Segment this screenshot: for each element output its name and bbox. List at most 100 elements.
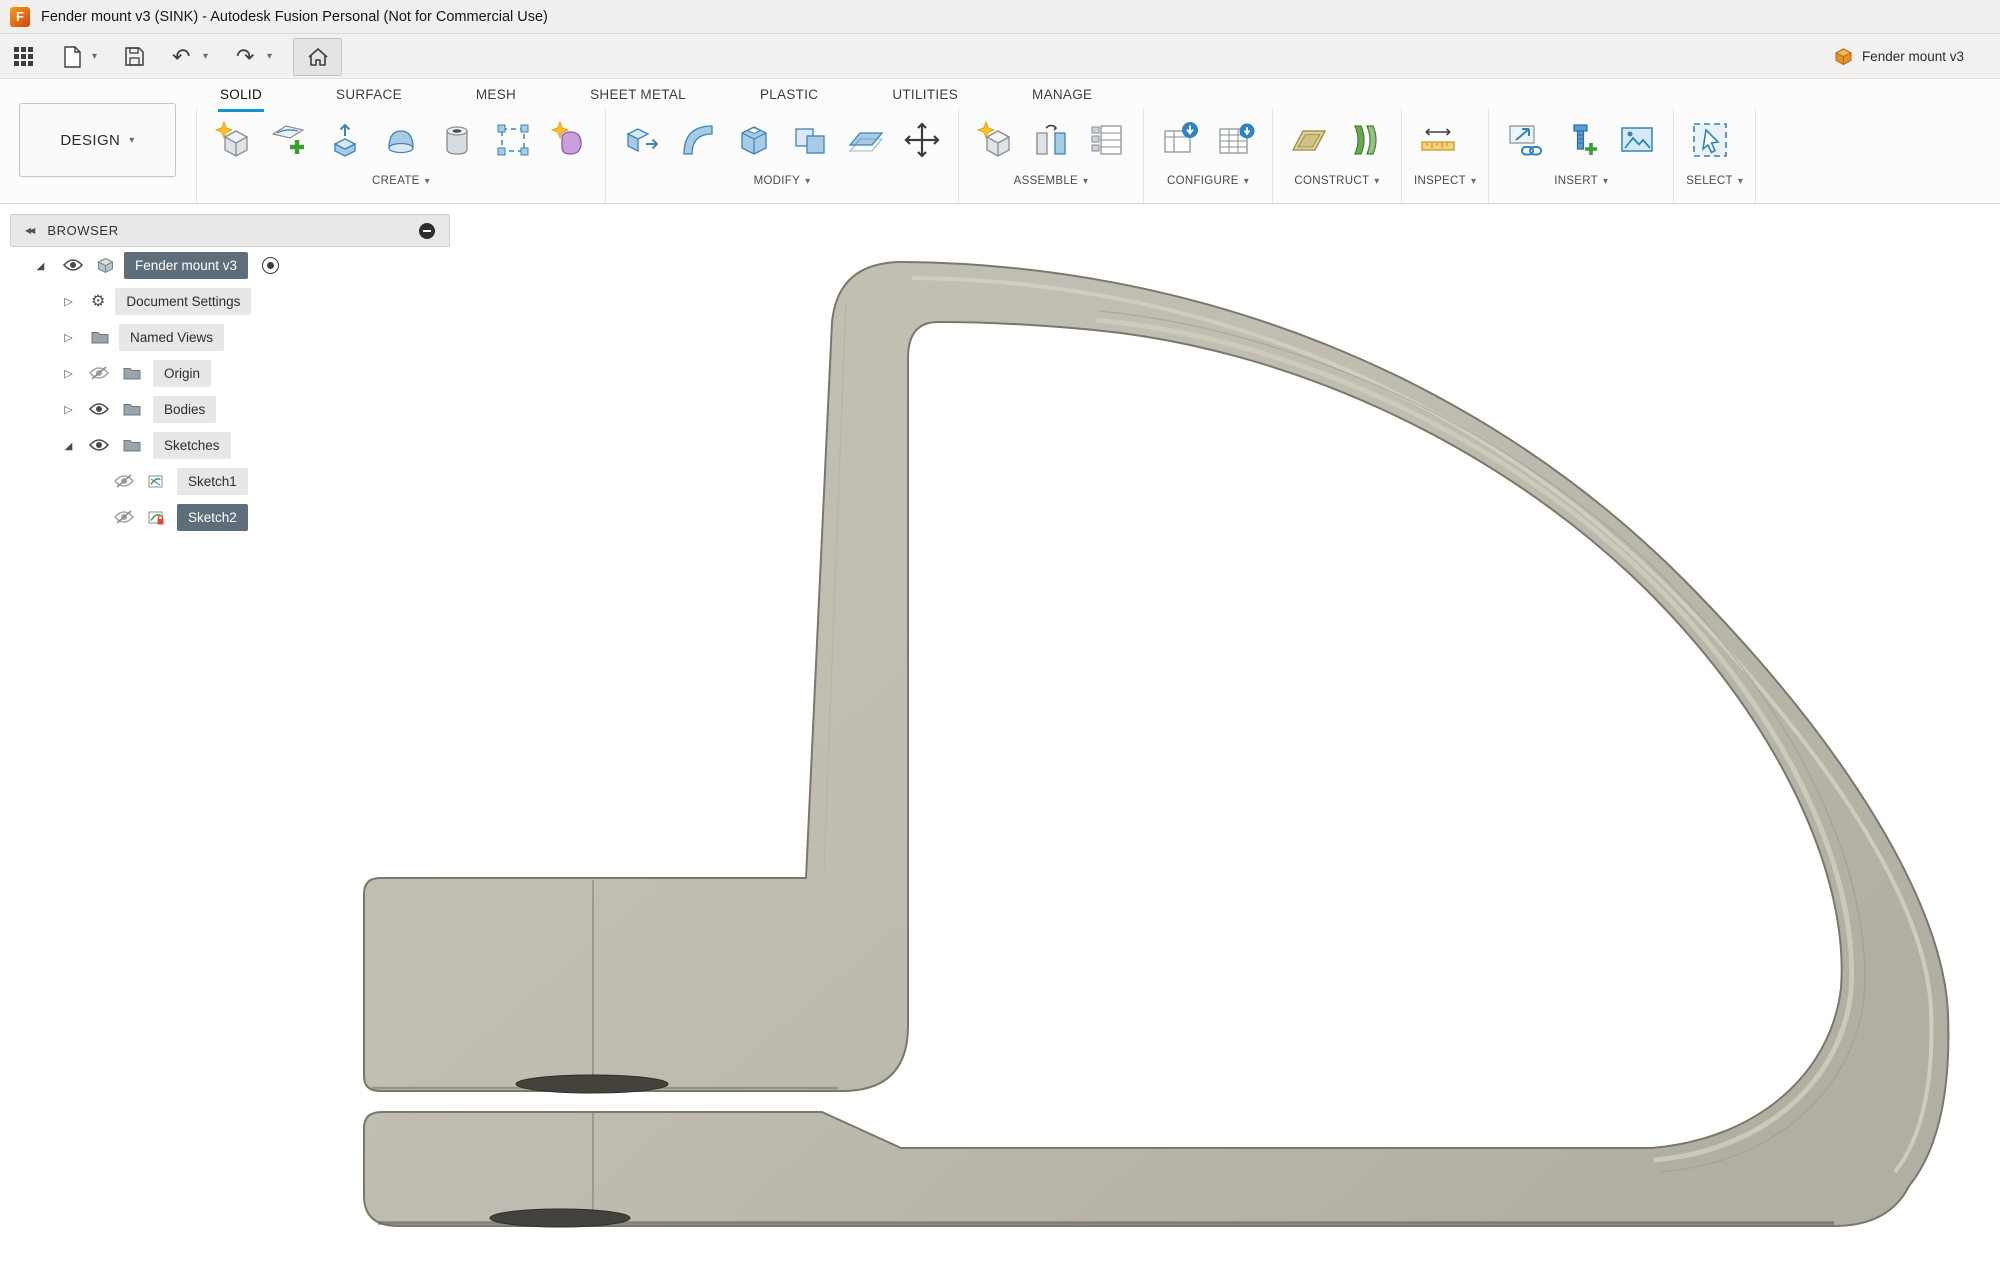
undo-button[interactable] — [172, 34, 190, 79]
group-label-text: ASSEMBLE — [1014, 175, 1078, 187]
browser-row-root[interactable]: Fender mount v3 — [10, 247, 450, 283]
move-copy-button[interactable] — [898, 112, 946, 168]
bom-button[interactable] — [1083, 112, 1131, 168]
browser-item-origin[interactable]: Origin — [153, 360, 211, 387]
rectangular-pattern-button[interactable] — [489, 112, 537, 168]
offset-face-button[interactable] — [842, 112, 890, 168]
insert-fastener-button[interactable] — [1557, 112, 1605, 168]
tab-plastic[interactable]: PLASTIC — [758, 79, 820, 112]
browser-row-sketch2[interactable]: Sketch2 — [10, 499, 450, 535]
browser-row-sketches[interactable]: Sketches — [10, 427, 450, 463]
group-select: SELECT — [1674, 109, 1756, 203]
select-tool-button[interactable] — [1686, 112, 1734, 168]
joint-button[interactable] — [1027, 112, 1075, 168]
visibility-off-eye-icon[interactable] — [114, 474, 134, 488]
workspace-selector[interactable]: DESIGN — [19, 103, 176, 177]
browser-item-sketch2[interactable]: Sketch2 — [177, 504, 248, 531]
browser-item-sketch1[interactable]: Sketch1 — [177, 468, 248, 495]
browser-item-sketches[interactable]: Sketches — [153, 432, 231, 459]
configuration-table-button[interactable] — [1212, 112, 1260, 168]
lower-mount-hole[interactable] — [490, 1209, 630, 1227]
expand-toggle-icon[interactable] — [62, 436, 75, 454]
press-pull-button[interactable] — [618, 112, 666, 168]
expand-toggle-icon[interactable] — [34, 256, 47, 274]
visibility-eye-icon[interactable] — [63, 258, 83, 272]
document-badge[interactable]: Fender mount v3 — [1834, 34, 1964, 79]
group-label-text: CONFIGURE — [1167, 175, 1239, 187]
measure-button[interactable] — [1414, 112, 1462, 168]
collapse-panel-icon[interactable] — [25, 226, 33, 235]
revolve-button[interactable] — [377, 112, 425, 168]
combine-button[interactable] — [786, 112, 834, 168]
activate-component-radio[interactable] — [262, 257, 279, 274]
insert-derive-button[interactable] — [1501, 112, 1549, 168]
file-menu-button[interactable] — [62, 34, 82, 79]
tab-solid[interactable]: SOLID — [218, 79, 264, 112]
undo-caret-icon[interactable] — [203, 34, 208, 79]
new-component-icon — [213, 120, 253, 160]
browser-item-root[interactable]: Fender mount v3 — [124, 252, 248, 279]
shell-button[interactable] — [730, 112, 778, 168]
file-menu-caret-icon[interactable] — [92, 34, 97, 79]
tab-manage[interactable]: MANAGE — [1030, 79, 1094, 112]
save-icon — [124, 46, 145, 67]
group-label-create[interactable]: CREATE — [209, 175, 593, 187]
assemble-new-component-button[interactable] — [971, 112, 1019, 168]
group-label-configure[interactable]: CONFIGURE — [1156, 175, 1260, 187]
title-bar: Fender mount v3 (SINK) - Autodesk Fusion… — [0, 0, 2000, 34]
insert-canvas-button[interactable] — [1613, 112, 1661, 168]
browser-item-named-views[interactable]: Named Views — [119, 324, 224, 351]
browser-row-bodies[interactable]: Bodies — [10, 391, 450, 427]
expand-toggle-icon[interactable] — [62, 292, 75, 310]
construction-plane-button[interactable] — [1285, 112, 1333, 168]
tab-sheet-metal[interactable]: SHEET METAL — [588, 79, 688, 112]
visibility-off-eye-icon[interactable] — [114, 510, 134, 524]
group-label-insert[interactable]: INSERT — [1501, 175, 1661, 187]
move-copy-icon — [902, 120, 942, 160]
create-form-button[interactable] — [545, 112, 593, 168]
group-label-modify[interactable]: MODIFY — [618, 175, 946, 187]
ribbon-groups: CREATE — [196, 109, 1756, 203]
ribbon-tabs: SOLID SURFACE MESH SHEET METAL PLASTIC U… — [218, 79, 1094, 112]
browser-row-document-settings[interactable]: ⚙ Document Settings — [10, 283, 450, 319]
upper-mount-hole[interactable] — [516, 1075, 668, 1093]
create-form-icon — [549, 120, 589, 160]
browser-row-origin[interactable]: Origin — [10, 355, 450, 391]
expand-toggle-icon[interactable] — [62, 328, 75, 346]
minimize-browser-icon[interactable] — [419, 223, 435, 239]
group-label-construct[interactable]: CONSTRUCT — [1285, 175, 1389, 187]
group-label-inspect[interactable]: INSPECT — [1414, 175, 1476, 187]
create-sketch-button[interactable] — [265, 112, 313, 168]
offset-face-icon — [846, 120, 886, 160]
browser-row-sketch1[interactable]: Sketch1 — [10, 463, 450, 499]
visibility-off-eye-icon[interactable] — [89, 366, 109, 380]
tab-utilities[interactable]: UTILITIES — [890, 79, 960, 112]
hole-button[interactable] — [433, 112, 481, 168]
visibility-eye-icon[interactable] — [89, 438, 109, 452]
component-cube-icon — [1834, 47, 1853, 66]
browser-item-bodies[interactable]: Bodies — [153, 396, 216, 423]
tab-surface[interactable]: SURFACE — [334, 79, 404, 112]
extrude-icon — [325, 120, 365, 160]
configuration-button[interactable] — [1156, 112, 1204, 168]
new-component-button[interactable] — [209, 112, 257, 168]
redo-button[interactable] — [236, 34, 254, 79]
expand-toggle-icon[interactable] — [62, 364, 75, 382]
home-view-button[interactable] — [293, 38, 342, 76]
construction-axis-button[interactable] — [1341, 112, 1389, 168]
app-grid-icon[interactable] — [14, 34, 33, 79]
fusion-window: Fender mount v3 (SINK) - Autodesk Fusion… — [0, 0, 2000, 1282]
extrude-button[interactable] — [321, 112, 369, 168]
folder-icon — [91, 330, 109, 344]
expand-toggle-icon[interactable] — [62, 400, 75, 418]
browser-row-named-views[interactable]: Named Views — [10, 319, 450, 355]
browser-item-document-settings[interactable]: Document Settings — [115, 288, 251, 315]
redo-caret-icon[interactable] — [267, 34, 272, 79]
group-label-assemble[interactable]: ASSEMBLE — [971, 175, 1131, 187]
group-label-select[interactable]: SELECT — [1686, 175, 1743, 187]
fillet-button[interactable] — [674, 112, 722, 168]
save-button[interactable] — [124, 34, 145, 79]
group-configure: CONFIGURE — [1144, 109, 1273, 203]
tab-mesh[interactable]: MESH — [474, 79, 518, 112]
visibility-eye-icon[interactable] — [89, 402, 109, 416]
